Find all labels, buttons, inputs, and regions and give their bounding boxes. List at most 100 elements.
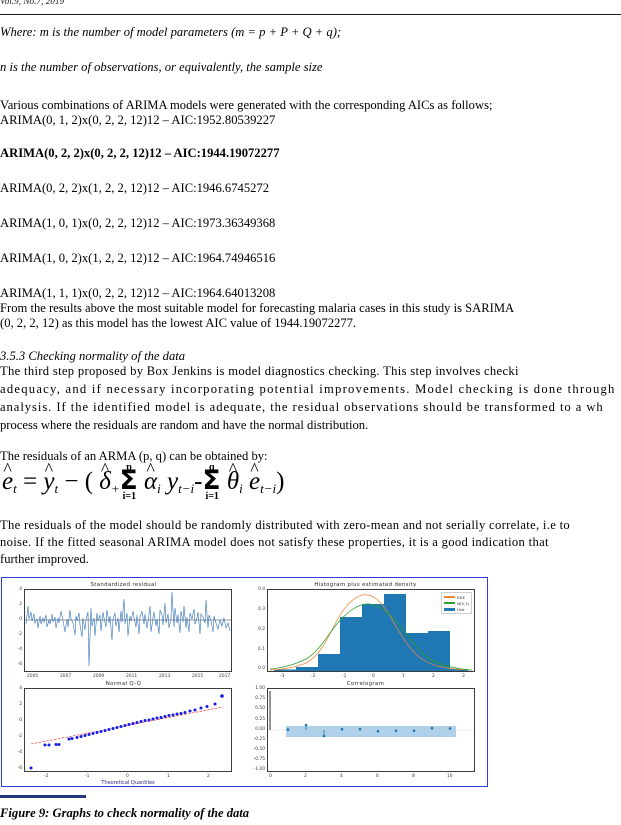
formula-close-paren: )	[276, 468, 285, 495]
residual-lead-text: The residuals of an ARMA (p, q) can be o…	[0, 449, 268, 463]
confidence-band	[286, 726, 456, 737]
formula-sum-1: Σp i=1	[119, 462, 138, 502]
ytick-sr-5: -6	[17, 662, 22, 667]
formula-y-hat: ^ y	[43, 458, 55, 495]
formula-plus: +	[110, 481, 120, 497]
normal-qq-plot	[29, 694, 224, 770]
formula-minus: −	[64, 468, 79, 495]
ytick-qq-5: -6	[17, 766, 22, 771]
formula-e2-sub: t−i	[260, 481, 277, 497]
model-text-3: ARIMA(1, 0, 1)x(0, 2, 2, 12)12 – AIC:197…	[0, 216, 276, 230]
formula-theta-sub: i	[239, 481, 243, 497]
where-text: Where: m is the number of model paramete…	[0, 25, 342, 39]
sum2-upper-limit: q	[209, 462, 215, 474]
legend-label-hist: Hist	[457, 606, 465, 612]
panel-histogram-density: Histogram plus estimated density 0.4 0.3…	[245, 578, 486, 683]
n-line: n is the number of observations, or equi…	[0, 60, 323, 75]
hat-accent-icon: ^	[3, 458, 12, 479]
sum1-lower-limit: i=1	[122, 490, 137, 502]
model-line-5: ARIMA(1, 1, 1)x(0, 2, 2, 12)12 – AIC:196…	[0, 286, 275, 301]
axes-standardized-residual: 4 2 0 -2 -4 -6 2005 2007 2009 2011 2013 …	[18, 587, 232, 679]
section-heading-text: 3.5.3 Checking normality of the data	[0, 349, 186, 363]
ytick-hist-0: 0.4	[258, 587, 265, 592]
legend-swatch-hist-icon	[444, 607, 456, 612]
n-text: n is the number of observations, or equi…	[0, 60, 323, 74]
xtick-acf-0: 0	[269, 774, 272, 779]
formula-equals: =	[22, 468, 38, 495]
legend-swatch-normal-icon	[444, 602, 456, 604]
hat-accent-icon: ^	[250, 458, 259, 479]
xtick-acf-4: 8	[412, 774, 415, 779]
ytick-acf-1: 0.75	[255, 696, 265, 701]
conclusion-line-1: From the results above the most suitable…	[0, 301, 514, 316]
ytick-acf-4: 0.00	[255, 727, 265, 732]
xtick-qq-3: 1	[167, 774, 170, 779]
xtick-qq-1: -1	[85, 774, 90, 779]
running-head: Vol.9, No.7, 2019	[0, 0, 65, 6]
ytick-sr-1: 2	[19, 602, 22, 607]
para2-line-1: The residuals of the model should be ran…	[0, 518, 570, 533]
ytick-sr-4: -4	[17, 647, 22, 652]
model-text-2: ARIMA(0, 2, 2)x(1, 2, 2, 12)12 – AIC:194…	[0, 181, 270, 195]
para2-line-2: noise. If the fitted seasonal ARIMA mode…	[0, 535, 549, 550]
hat-accent-icon: ^	[146, 458, 155, 479]
formula-theta-hat: ^ θ	[226, 458, 240, 495]
figure-9-container: Standardized residual 4 2 0 -2 -4 -6 2 0 0…	[1, 577, 488, 787]
formula-minus2: -	[194, 468, 203, 495]
axes-normal-qq: 4 2 0 -2 -4 -6 -2 -1 0 1 2 Theoretical Q…	[18, 686, 232, 786]
footer-accent-bar	[0, 795, 86, 798]
ytick-acf-3: 0.25	[255, 717, 265, 722]
ytick-acf-5: -0.25	[253, 737, 265, 742]
ytick-qq-4: -4	[17, 750, 22, 755]
formula-y-sub: t	[54, 481, 59, 497]
sum2-lower-limit: i=1	[205, 490, 219, 502]
ytick-hist-4: 0.0	[258, 666, 265, 671]
where-line: Where: m is the number of model paramete…	[0, 25, 341, 40]
para1-line-4: process where the residuals are random a…	[0, 418, 368, 433]
model-line-0: ARIMA(0, 1, 2)x(0, 2, 2, 12)12 – AIC:195…	[0, 113, 275, 128]
xtick-acf-3: 6	[376, 774, 379, 779]
legend-item-hist: Hist	[444, 607, 469, 612]
ytick-sr-3: -2	[17, 632, 22, 637]
model-line-4: ARIMA(1, 0, 2)x(1, 2, 2, 12)12 – AIC:196…	[0, 251, 275, 266]
panel-correlogram: Correlogram 1.00 0.75 0.50 0.25 0.00 -0.…	[245, 679, 486, 785]
formula-e-sub: t	[13, 481, 17, 497]
panel-normal-qq: Normal Q-Q 4 2 0 -2 -4 -6 -2 -1 0 1 2 Th…	[2, 679, 245, 786]
model-text-0: ARIMA(0, 1, 2)x(0, 2, 2, 12)12 – AIC:195…	[0, 113, 276, 127]
intro-line: Various combinations of ARIMA models wer…	[0, 98, 492, 113]
legend-item-kde: KDE	[444, 595, 469, 600]
model-text-4: ARIMA(1, 0, 2)x(1, 2, 2, 12)12 – AIC:196…	[0, 251, 276, 265]
para2-text-2: noise. If the fitted seasonal ARIMA mode…	[0, 535, 549, 549]
ytick-acf-8: -1.00	[253, 767, 265, 772]
correlogram-plot	[268, 691, 474, 738]
hat-accent-icon: ^	[44, 458, 54, 479]
legend-item-normal: N(0,1)	[444, 601, 469, 606]
ytick-acf-0: 1.00	[255, 686, 265, 691]
model-line-2: ARIMA(0, 2, 2)x(1, 2, 2, 12)12 – AIC:194…	[0, 181, 269, 196]
conclusion-text-1: From the results above the most suitable…	[0, 301, 515, 315]
ytick-sr-0: 4	[19, 587, 22, 592]
figure-caption: Figure 9: Graphs to check normality of t…	[0, 806, 249, 821]
ytick-hist-2: 0.2	[258, 627, 265, 632]
para1-text-4: process where the residuals are random a…	[0, 418, 369, 432]
panel-title-standardized-residual: Standardized residual	[90, 582, 157, 588]
xtick-qq-2: 0	[126, 774, 129, 779]
xtick-acf-1: 2	[304, 774, 307, 779]
standardized-residual-plot	[25, 591, 231, 667]
xtick-qq-0: -2	[44, 774, 49, 779]
document-page: Vol.9, No.7, 2019 Where: m is the number…	[0, 0, 621, 825]
xtick-qq-4: 2	[207, 774, 210, 779]
formula-y2-sub: t−i	[178, 481, 195, 497]
model-line-1: ARIMA(0, 2, 2)x(0, 2, 2, 12)12 – AIC:194…	[0, 146, 280, 161]
ytick-sr-2: 0	[19, 617, 22, 622]
ytick-hist-1: 0.3	[258, 607, 265, 612]
para1-text-1: The third step proposed by Box Jenkins i…	[0, 364, 519, 378]
residual-lead-line: The residuals of an ARMA (p, q) can be o…	[0, 449, 268, 464]
formula-delta-hat: ^ δ	[99, 458, 111, 495]
histogram-bars	[274, 594, 468, 671]
axes-correlogram: 1.00 0.75 0.50 0.25 0.00 -0.25 -0.50 -0.…	[254, 686, 475, 779]
section-heading: 3.5.3 Checking normality of the data	[0, 349, 185, 364]
xtick-acf-5: 10	[447, 774, 453, 779]
header-rule	[0, 14, 621, 15]
panel-title-histogram: Histogram plus estimated density	[314, 582, 417, 588]
